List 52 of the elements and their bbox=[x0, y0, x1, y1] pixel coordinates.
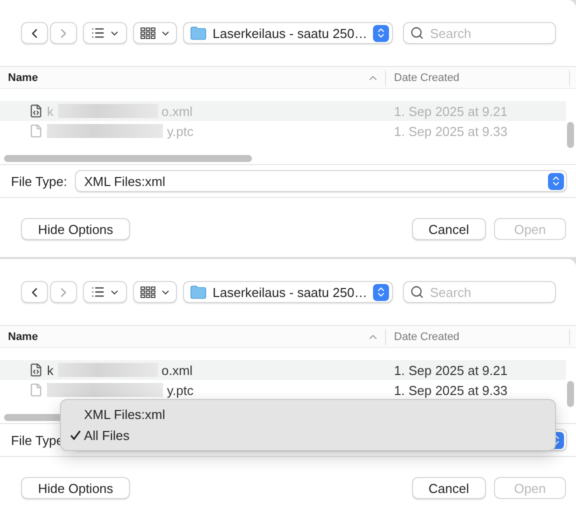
file-name: o.xml bbox=[162, 362, 193, 378]
file-type-label: File Type: bbox=[11, 174, 68, 188]
file-name: y.ptc bbox=[167, 124, 194, 138]
vertical-scrollbar[interactable] bbox=[567, 381, 574, 407]
group-view-button[interactable] bbox=[133, 22, 177, 44]
back-button[interactable] bbox=[21, 22, 48, 44]
menu-item[interactable]: XML Files:xml bbox=[61, 404, 555, 425]
list-icon bbox=[90, 26, 104, 40]
location-popup[interactable]: Laserkeilaus - saatu 250… bbox=[183, 281, 393, 303]
date-created: 1. Sep 2025 at 9.33 bbox=[393, 124, 508, 138]
location-popup[interactable]: Laserkeilaus - saatu 250… bbox=[183, 22, 393, 44]
date-created: 1. Sep 2025 at 9.21 bbox=[393, 104, 508, 118]
horizontal-scrollbar[interactable] bbox=[4, 155, 252, 162]
group-view-button[interactable] bbox=[133, 281, 177, 303]
stepper-icon bbox=[548, 172, 564, 190]
file-name: y.ptc bbox=[167, 382, 194, 398]
search-icon bbox=[410, 285, 424, 299]
document-icon bbox=[29, 383, 43, 397]
file-row[interactable]: k o.xml 1. Sep 2025 at 9.21 bbox=[0, 360, 566, 380]
checkmark-icon bbox=[70, 430, 81, 440]
dialog-button[interactable]: Cancel bbox=[412, 477, 486, 499]
vertical-scrollbar[interactable] bbox=[567, 122, 574, 148]
dialog-button[interactable]: Cancel bbox=[412, 218, 486, 240]
hide-options-button[interactable]: Hide Options bbox=[21, 477, 130, 499]
stepper-icon bbox=[373, 284, 389, 300]
search-icon bbox=[410, 26, 424, 40]
list-view-button[interactable] bbox=[83, 22, 127, 44]
document-icon bbox=[29, 124, 43, 138]
folder-icon bbox=[190, 285, 207, 299]
list-icon bbox=[90, 285, 104, 299]
file-name: k bbox=[47, 104, 54, 118]
list-view-button[interactable] bbox=[83, 281, 127, 303]
grid-view-icon bbox=[140, 286, 156, 298]
search-field[interactable]: Search bbox=[403, 281, 556, 303]
file-name: k bbox=[47, 362, 54, 378]
column-header[interactable]: Date Created bbox=[386, 70, 570, 86]
stepper-icon bbox=[373, 24, 389, 42]
column-header[interactable]: Date Created bbox=[386, 328, 570, 344]
file-name: o.xml bbox=[162, 104, 193, 118]
hide-options-button[interactable]: Hide Options bbox=[21, 218, 130, 240]
code-file-icon bbox=[29, 363, 43, 377]
date-created: 1. Sep 2025 at 9.21 bbox=[393, 362, 508, 378]
back-button[interactable] bbox=[21, 281, 48, 303]
menu-item[interactable]: All Files bbox=[61, 425, 555, 446]
file-type-select[interactable]: XML Files:xml bbox=[75, 170, 567, 192]
column-header[interactable]: Name bbox=[0, 70, 386, 86]
code-file-icon bbox=[29, 104, 43, 118]
column-header[interactable]: Name bbox=[0, 328, 386, 344]
date-created: 1. Sep 2025 at 9.33 bbox=[393, 382, 508, 398]
grid-view-icon bbox=[140, 27, 156, 39]
search-field[interactable]: Search bbox=[403, 22, 556, 44]
folder-icon bbox=[190, 26, 207, 40]
